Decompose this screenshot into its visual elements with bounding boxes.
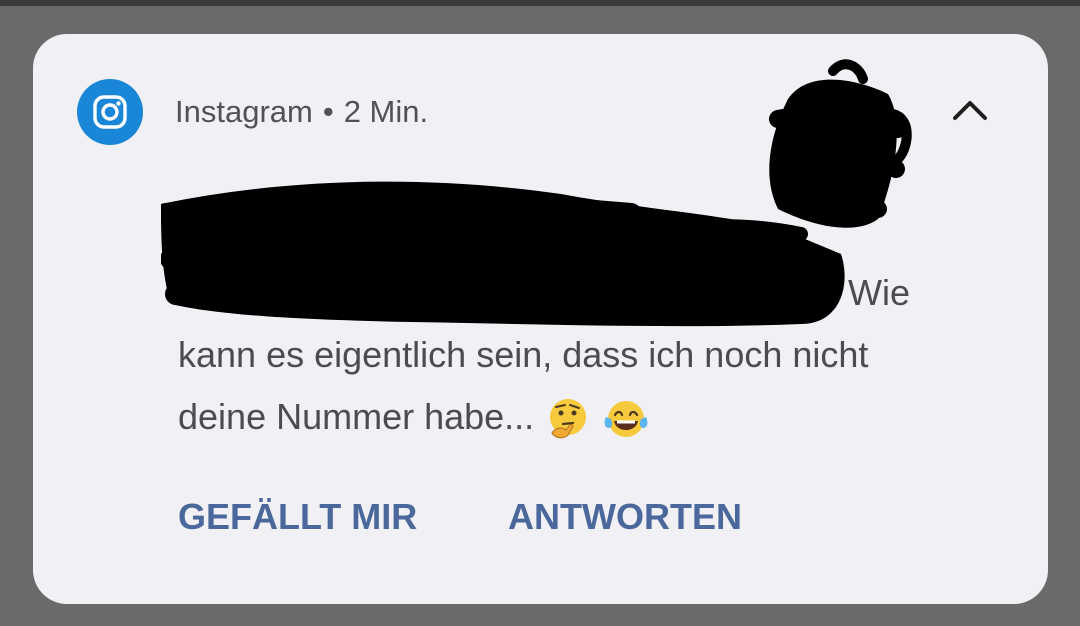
- screen-background: Instagram • 2 Min. Wie kann es eigentlich …: [0, 0, 1080, 626]
- header-separator: •: [322, 94, 334, 129]
- message-line: kann es eigentlich sein, dass ich noch n…: [178, 334, 869, 375]
- message-line-last: deine Nummer habe...: [178, 386, 650, 448]
- tears-of-joy-emoji: [604, 401, 648, 438]
- notification-header: Instagram • 2 Min.: [175, 94, 428, 130]
- message-line-text: deine Nummer habe...: [178, 396, 535, 437]
- thinking-face-emoji: [550, 399, 587, 439]
- like-button[interactable]: GEFÄLLT MIR: [178, 496, 417, 538]
- redaction-scribble: [161, 181, 845, 327]
- app-name: Instagram: [175, 94, 313, 129]
- reply-button[interactable]: ANTWORTEN: [508, 496, 742, 538]
- chevron-up-icon[interactable]: [945, 90, 995, 130]
- message-visible-start: Wie: [848, 272, 910, 313]
- notification-time: 2 Min.: [343, 94, 429, 129]
- notification-card[interactable]: Instagram • 2 Min. Wie kann es eigentlich …: [33, 34, 1048, 604]
- instagram-icon: [77, 79, 143, 145]
